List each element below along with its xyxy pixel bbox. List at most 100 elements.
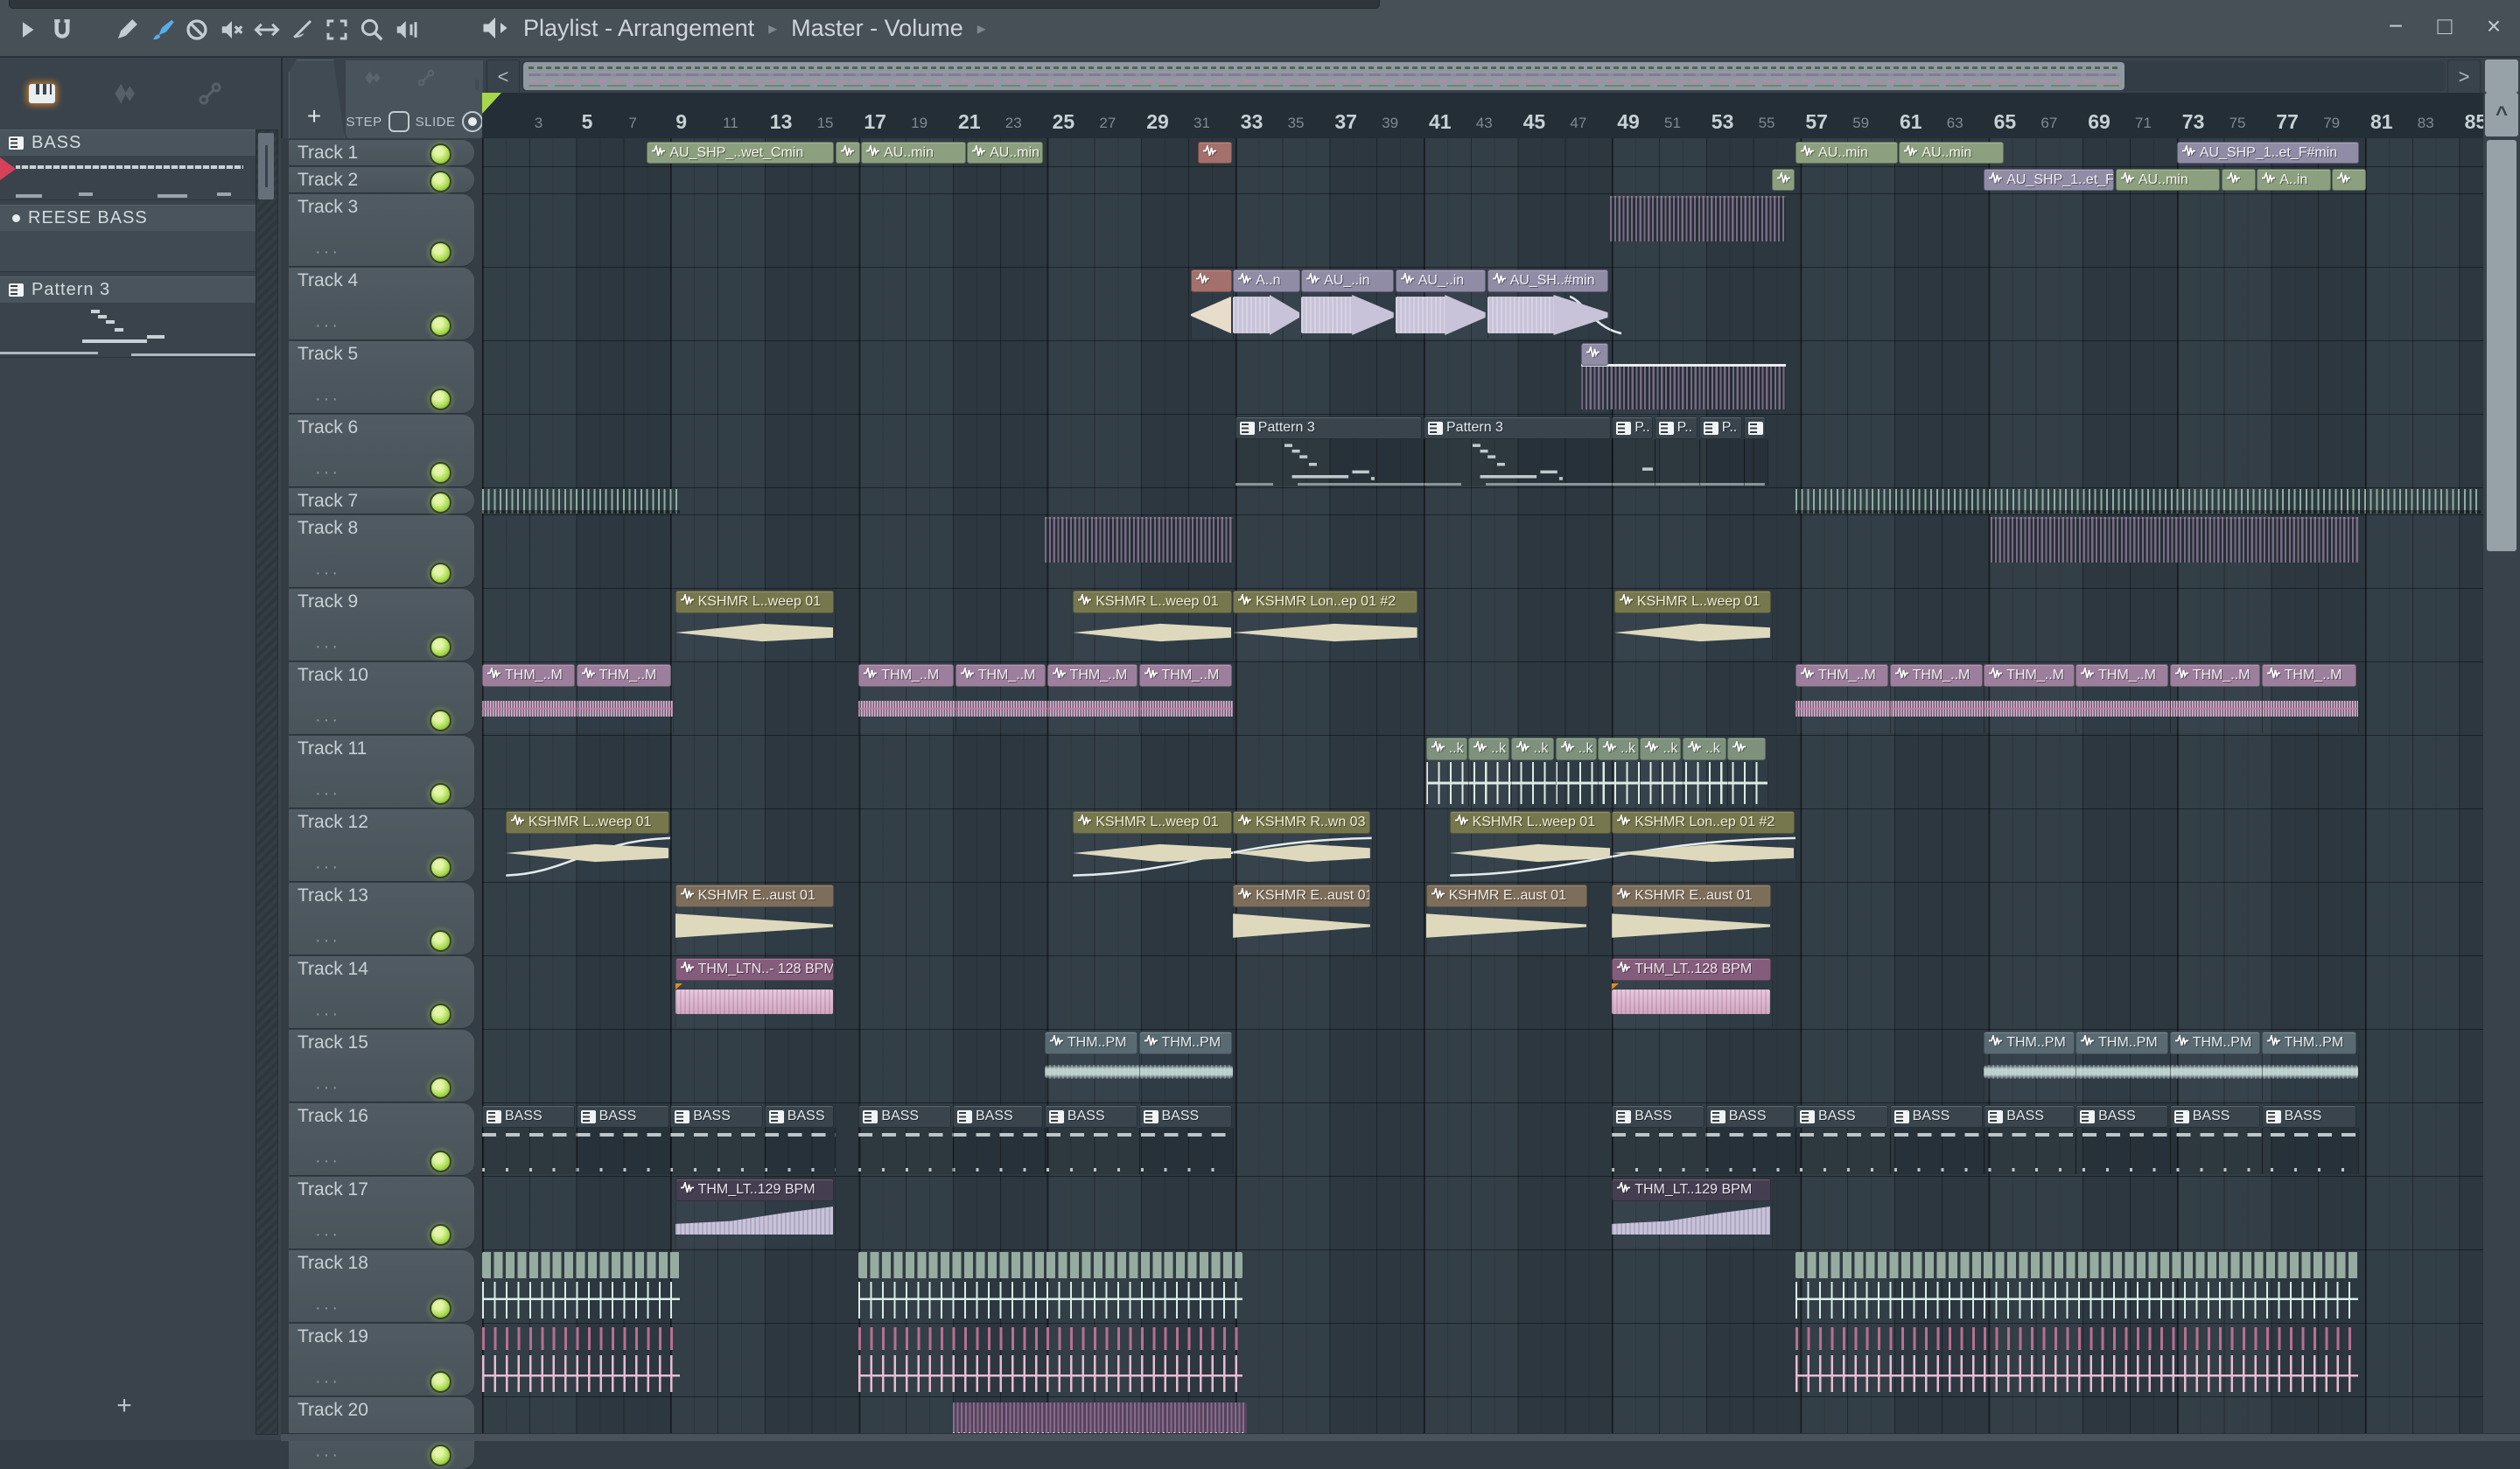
track-header[interactable]: Track 18··· bbox=[289, 1250, 474, 1322]
clip-body-tint[interactable] bbox=[2076, 1128, 2171, 1174]
clip-body-tint[interactable] bbox=[482, 1128, 578, 1174]
cell-clips-region[interactable] bbox=[1796, 1327, 2358, 1350]
track-mute-led[interactable] bbox=[430, 1224, 452, 1246]
playlist-clip[interactable]: KSHMR E..aust 01 bbox=[1233, 885, 1370, 907]
maximize-button[interactable]: □ bbox=[2429, 9, 2460, 44]
clip-body-tint[interactable] bbox=[1890, 1128, 1985, 1174]
track-options-handle[interactable]: ··· bbox=[315, 1225, 340, 1245]
audio-tab[interactable] bbox=[84, 70, 168, 117]
audio-stripe-region[interactable] bbox=[1045, 517, 1233, 563]
track-header[interactable]: Track 11··· bbox=[289, 736, 474, 808]
clip-body-tint[interactable] bbox=[1139, 1128, 1235, 1174]
playlist-clip[interactable]: ..k bbox=[1598, 738, 1639, 760]
playlist-clip[interactable]: AU_..in bbox=[1396, 269, 1486, 292]
audio-filter-icon[interactable] bbox=[361, 66, 384, 94]
playlist-clip[interactable]: AU..min bbox=[861, 142, 966, 164]
playlist-clip[interactable]: THM_..M bbox=[858, 664, 954, 687]
scroll-right-button[interactable]: > bbox=[2447, 59, 2481, 94]
playlist-clip[interactable]: ..k bbox=[1468, 738, 1509, 760]
horizontal-scrollbar[interactable] bbox=[522, 61, 2445, 91]
playlist-clip[interactable] bbox=[2222, 169, 2256, 191]
playlist-clip[interactable]: THM_..M bbox=[2262, 664, 2357, 687]
playlist-clip[interactable]: BASS bbox=[1984, 1105, 2074, 1128]
track-mute-led[interactable] bbox=[430, 143, 452, 165]
clip-body-tint[interactable] bbox=[1890, 687, 1985, 733]
playlist-clip[interactable]: KSHMR Lon..ep 01 #2 bbox=[1233, 591, 1418, 613]
playlist-clip[interactable]: BASS bbox=[1139, 1105, 1232, 1128]
playlist-clip[interactable] bbox=[1191, 269, 1232, 292]
playlist-clip[interactable]: BASS bbox=[1706, 1105, 1795, 1128]
playlist-clip[interactable]: THM_..M bbox=[1796, 664, 1888, 687]
playlist-clip[interactable]: AU..min bbox=[967, 142, 1043, 164]
clip-body-tint[interactable] bbox=[765, 1128, 836, 1174]
track-options-handle[interactable]: ··· bbox=[315, 389, 340, 409]
playlist-clip[interactable]: AU_..in bbox=[1301, 269, 1394, 292]
playlist-clip[interactable]: THM..PM bbox=[2170, 1032, 2260, 1054]
playlist-grid[interactable]: AU_SHP_..wet_CminAU..minAU..minAU..minAU… bbox=[482, 138, 2483, 1440]
playlist-clip[interactable] bbox=[1581, 343, 1608, 366]
picker-item[interactable]: REESE BASS bbox=[0, 205, 256, 272]
clip-body-tint[interactable] bbox=[2170, 1128, 2263, 1174]
track-options-handle[interactable]: ··· bbox=[315, 1372, 340, 1392]
playlist-clip[interactable] bbox=[1772, 169, 1794, 191]
playlist-clip[interactable]: THM_..M bbox=[1890, 664, 1983, 687]
track-options-handle[interactable]: ··· bbox=[315, 931, 340, 951]
playlist-clip[interactable]: Pattern 3 bbox=[1424, 416, 1611, 439]
picker-item-preview[interactable] bbox=[0, 231, 256, 272]
track-options-handle[interactable]: ··· bbox=[315, 710, 340, 731]
playlist-clip[interactable]: BASS bbox=[1045, 1105, 1138, 1128]
playlist-clip[interactable] bbox=[1744, 416, 1766, 439]
draw-pencil-icon[interactable] bbox=[112, 15, 142, 45]
playlist-clip[interactable]: AU_SHP_1..et_F#min bbox=[2177, 142, 2359, 164]
clip-body-tint[interactable] bbox=[2170, 1054, 2263, 1101]
playlist-clip[interactable]: BASS bbox=[2262, 1105, 2357, 1128]
playlist-clip[interactable]: BASS bbox=[1796, 1105, 1888, 1128]
track-header[interactable]: Track 10··· bbox=[289, 662, 474, 734]
clip-body-tint[interactable] bbox=[1468, 760, 1511, 807]
track-options-handle[interactable]: ··· bbox=[315, 463, 340, 483]
clip-body-tint[interactable] bbox=[1139, 1054, 1235, 1101]
clip-body-tint[interactable] bbox=[1424, 439, 1613, 486]
paint-brush-icon[interactable] bbox=[147, 15, 177, 45]
clip-body-tint[interactable] bbox=[1984, 687, 2076, 733]
clip-body-tint[interactable] bbox=[1236, 439, 1424, 486]
playlist-clip[interactable]: AU..min bbox=[2116, 169, 2221, 191]
clip-body-tint[interactable] bbox=[1598, 760, 1641, 807]
step-toggle[interactable] bbox=[388, 111, 410, 132]
clip-body-tint[interactable] bbox=[1640, 760, 1683, 807]
track-options-handle[interactable]: ··· bbox=[315, 1298, 340, 1319]
clip-body-tint[interactable] bbox=[2170, 687, 2263, 733]
clip-body-tint[interactable] bbox=[577, 687, 674, 733]
playlist-clip[interactable]: THM..PM bbox=[2262, 1032, 2357, 1054]
track-options-handle[interactable]: ··· bbox=[315, 1078, 340, 1098]
track-options-handle[interactable]: ··· bbox=[315, 784, 340, 804]
playlist-clip[interactable]: A..in bbox=[2257, 169, 2331, 191]
track-header[interactable]: Track 16··· bbox=[289, 1103, 474, 1175]
playlist-clip[interactable]: THM_LTN..- 128 BPM bbox=[676, 958, 834, 981]
track-mute-led[interactable] bbox=[430, 462, 452, 484]
hat-pattern-region[interactable] bbox=[1796, 489, 2481, 514]
clip-body-tint[interactable] bbox=[1706, 1128, 1796, 1174]
playlist-clip[interactable]: ..k bbox=[1683, 738, 1726, 760]
playlist-clip[interactable]: THM..PM bbox=[2076, 1032, 2168, 1054]
vertical-scrollbar[interactable]: ^ bbox=[2485, 93, 2518, 1440]
picker-item[interactable]: Pattern 3 bbox=[0, 276, 256, 358]
track-header[interactable]: Track 14··· bbox=[289, 956, 474, 1028]
track-header[interactable]: Track 1 bbox=[289, 140, 474, 165]
zoom-tool-icon[interactable] bbox=[357, 15, 387, 45]
playlist-clip[interactable]: THM_..M bbox=[2170, 664, 2260, 687]
clip-body-tint[interactable] bbox=[1727, 760, 1768, 807]
scroll-left-button[interactable]: < bbox=[486, 59, 520, 94]
clip-body-tint[interactable] bbox=[1796, 687, 1891, 733]
playlist-clip[interactable]: ..k bbox=[1426, 738, 1467, 760]
select-tool-icon[interactable] bbox=[322, 15, 352, 45]
track-mute-led[interactable] bbox=[430, 783, 452, 805]
playlist-clip[interactable] bbox=[1727, 738, 1766, 760]
playlist-clip[interactable]: A..n bbox=[1233, 269, 1300, 292]
playlist-clip[interactable] bbox=[1198, 142, 1232, 164]
clip-body-tint[interactable] bbox=[1984, 1128, 2076, 1174]
automation-tab[interactable] bbox=[168, 70, 252, 117]
cell-clips-region[interactable] bbox=[1796, 1252, 2358, 1278]
add-arrangement-button[interactable]: + bbox=[290, 102, 339, 130]
clip-body-tint[interactable] bbox=[1612, 1128, 1707, 1174]
